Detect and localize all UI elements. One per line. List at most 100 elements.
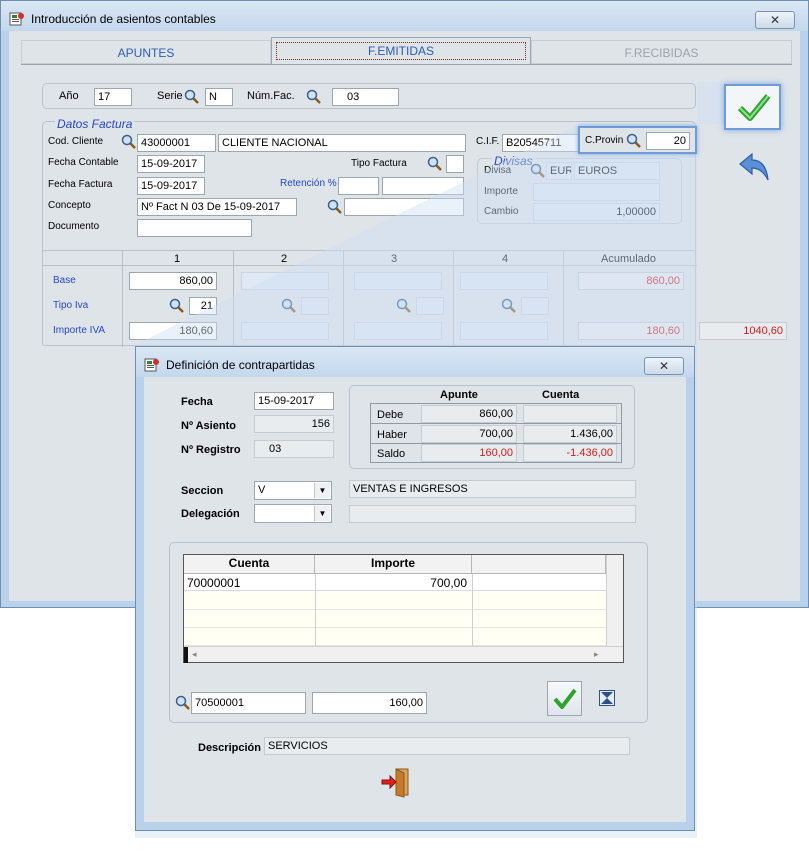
search-icon[interactable] xyxy=(530,163,546,179)
base-2-field[interactable] xyxy=(241,272,329,290)
haber-label: Haber xyxy=(377,429,407,441)
haber-cuenta: 1.436,00 xyxy=(523,425,617,443)
search-icon[interactable] xyxy=(626,133,642,149)
documento-label: Documento xyxy=(48,221,100,232)
base-label: Base xyxy=(53,275,76,286)
summary-row: Debe 860,00 xyxy=(371,404,621,424)
importe-iva-2-field[interactable] xyxy=(241,322,329,340)
search-icon[interactable] xyxy=(427,156,443,172)
iva-panel: 1 2 3 4 Acumulado Base 860,00 860,00 Tip… xyxy=(42,250,697,347)
fecha-field[interactable]: 15-09-2017 xyxy=(254,392,334,410)
scroll-left-icon[interactable]: ◂ xyxy=(192,649,197,660)
numfac-field[interactable]: 03 xyxy=(332,88,399,106)
scroll-right-icon[interactable]: ▸ xyxy=(594,649,599,660)
search-icon[interactable] xyxy=(184,89,200,105)
year-field[interactable]: 17 xyxy=(94,88,132,106)
tab-femitidas[interactable]: F.EMITIDAS xyxy=(271,37,531,65)
undo-button[interactable] xyxy=(736,150,772,186)
search-icon[interactable] xyxy=(306,89,322,105)
importe-iva-1-field[interactable]: 180,60 xyxy=(129,322,217,340)
documento-field[interactable] xyxy=(137,219,252,237)
search-icon[interactable] xyxy=(175,695,191,711)
fecha-contable-field[interactable]: 15-09-2017 xyxy=(137,155,205,173)
tipo-iva-1-field[interactable]: 21 xyxy=(189,297,217,315)
exit-button[interactable] xyxy=(380,767,414,799)
add-line-button[interactable] xyxy=(547,681,582,716)
numfac-label: Núm.Fac. xyxy=(247,90,295,102)
base-4-field[interactable] xyxy=(460,272,548,290)
haber-apunte: 700,00 xyxy=(421,425,517,443)
tipo-factura-field[interactable] xyxy=(446,155,464,173)
tab-apuntes[interactable]: APUNTES xyxy=(21,40,271,64)
grid-header-cuenta: Cuenta xyxy=(184,555,315,574)
cliente-nombre-field[interactable]: CLIENTE NACIONAL xyxy=(218,134,466,152)
cif-field[interactable]: B20545711 xyxy=(502,134,580,152)
accept-button[interactable] xyxy=(724,84,781,130)
dialog-titlebar: Definición de contrapartidas ✕ xyxy=(136,347,694,377)
descripcion-label: Descripción xyxy=(198,742,261,754)
tipo-iva-2-field[interactable] xyxy=(301,297,329,315)
cambio-field[interactable]: 1,00000 xyxy=(533,203,660,221)
saldo-label: Saldo xyxy=(377,448,406,460)
dialog-client: Fecha 15-09-2017 Nº Asiento 156 Nº Regis… xyxy=(144,377,686,822)
summary-header-cuenta: Cuenta xyxy=(542,389,580,401)
app-icon xyxy=(9,11,25,27)
divisa-importe-field[interactable] xyxy=(533,183,660,201)
window-title: Introducción de asientos contables xyxy=(31,12,216,26)
importe-acumulado-field: 180,60 xyxy=(578,322,684,340)
tab-femitidas-label: F.EMITIDAS xyxy=(276,42,526,60)
delegacion-select[interactable]: ▼ xyxy=(254,504,332,523)
entry-importe-field[interactable]: 160,00 xyxy=(312,692,427,714)
search-icon[interactable] xyxy=(501,298,517,314)
tab-frecibidas[interactable]: F.RECIBIDAS xyxy=(531,40,792,64)
main-titlebar: Introducción de asientos contables ✕ xyxy=(1,1,808,31)
divisa-code-field[interactable]: EUR xyxy=(546,162,572,180)
fecha-factura-field[interactable]: 15-09-2017 xyxy=(137,177,205,195)
search-icon[interactable] xyxy=(281,298,297,314)
debe-label: Debe xyxy=(377,409,404,421)
saldo-apunte: 160,00 xyxy=(421,444,517,462)
concepto-extra-field[interactable] xyxy=(344,198,464,216)
fecha-factura-label: Fecha Factura xyxy=(48,179,113,190)
dialog-close-button[interactable]: ✕ xyxy=(644,357,684,375)
chevron-down-icon[interactable]: ▼ xyxy=(314,506,330,521)
base-1-field[interactable]: 860,00 xyxy=(129,272,217,290)
retencion-label: Retención % xyxy=(280,178,337,189)
retencion-importe-field[interactable] xyxy=(382,177,464,195)
tipo-iva-3-field[interactable] xyxy=(416,297,444,315)
summary-table: Debe 860,00 Haber 700,00 1.436,00 Saldo … xyxy=(370,403,622,463)
registro-field: 03 xyxy=(254,440,334,458)
collapse-icon xyxy=(599,690,615,706)
cprovin-highlight: C.Provin 20 xyxy=(578,126,697,154)
row-cuenta: 70000001 xyxy=(187,576,241,590)
importe-iva-4-field[interactable] xyxy=(460,322,548,340)
close-button[interactable]: ✕ xyxy=(755,11,795,29)
entry-cuenta-field[interactable]: 70500001 xyxy=(191,692,306,714)
undo-arrow-icon xyxy=(739,152,769,181)
importe-iva-3-field[interactable] xyxy=(354,322,442,340)
cambio-label: Cambio xyxy=(484,206,519,217)
delegacion-label: Delegación xyxy=(181,508,240,520)
chevron-down-icon[interactable]: ▼ xyxy=(314,483,330,498)
asiento-field: 156 xyxy=(254,415,334,433)
table-row[interactable]: 70000001 700,00 xyxy=(184,574,606,591)
horizontal-scrollbar[interactable]: ◂ ▸ xyxy=(184,646,623,663)
search-icon[interactable] xyxy=(396,298,412,314)
seccion-select[interactable]: V ▼ xyxy=(254,481,332,500)
iva-col-2: 2 xyxy=(281,253,288,265)
split-button[interactable] xyxy=(599,690,615,706)
tipo-iva-4-field[interactable] xyxy=(521,297,549,315)
concepto-field[interactable]: Nº Fact N 03 De 15-09-2017 xyxy=(137,198,297,216)
vertical-scrollbar[interactable] xyxy=(606,555,623,646)
cod-cliente-field[interactable]: 43000001 xyxy=(137,134,216,152)
search-icon[interactable] xyxy=(121,134,137,150)
search-icon[interactable] xyxy=(327,199,343,215)
serie-field[interactable]: N xyxy=(205,88,233,106)
base-3-field[interactable] xyxy=(354,272,442,290)
tab-line xyxy=(21,64,792,65)
retencion-field[interactable] xyxy=(338,177,379,195)
search-icon[interactable] xyxy=(169,298,185,314)
divisa-label: Divisa xyxy=(484,165,512,176)
datos-factura-title: Datos Factura xyxy=(55,117,135,131)
cprovin-field[interactable]: 20 xyxy=(646,132,690,150)
